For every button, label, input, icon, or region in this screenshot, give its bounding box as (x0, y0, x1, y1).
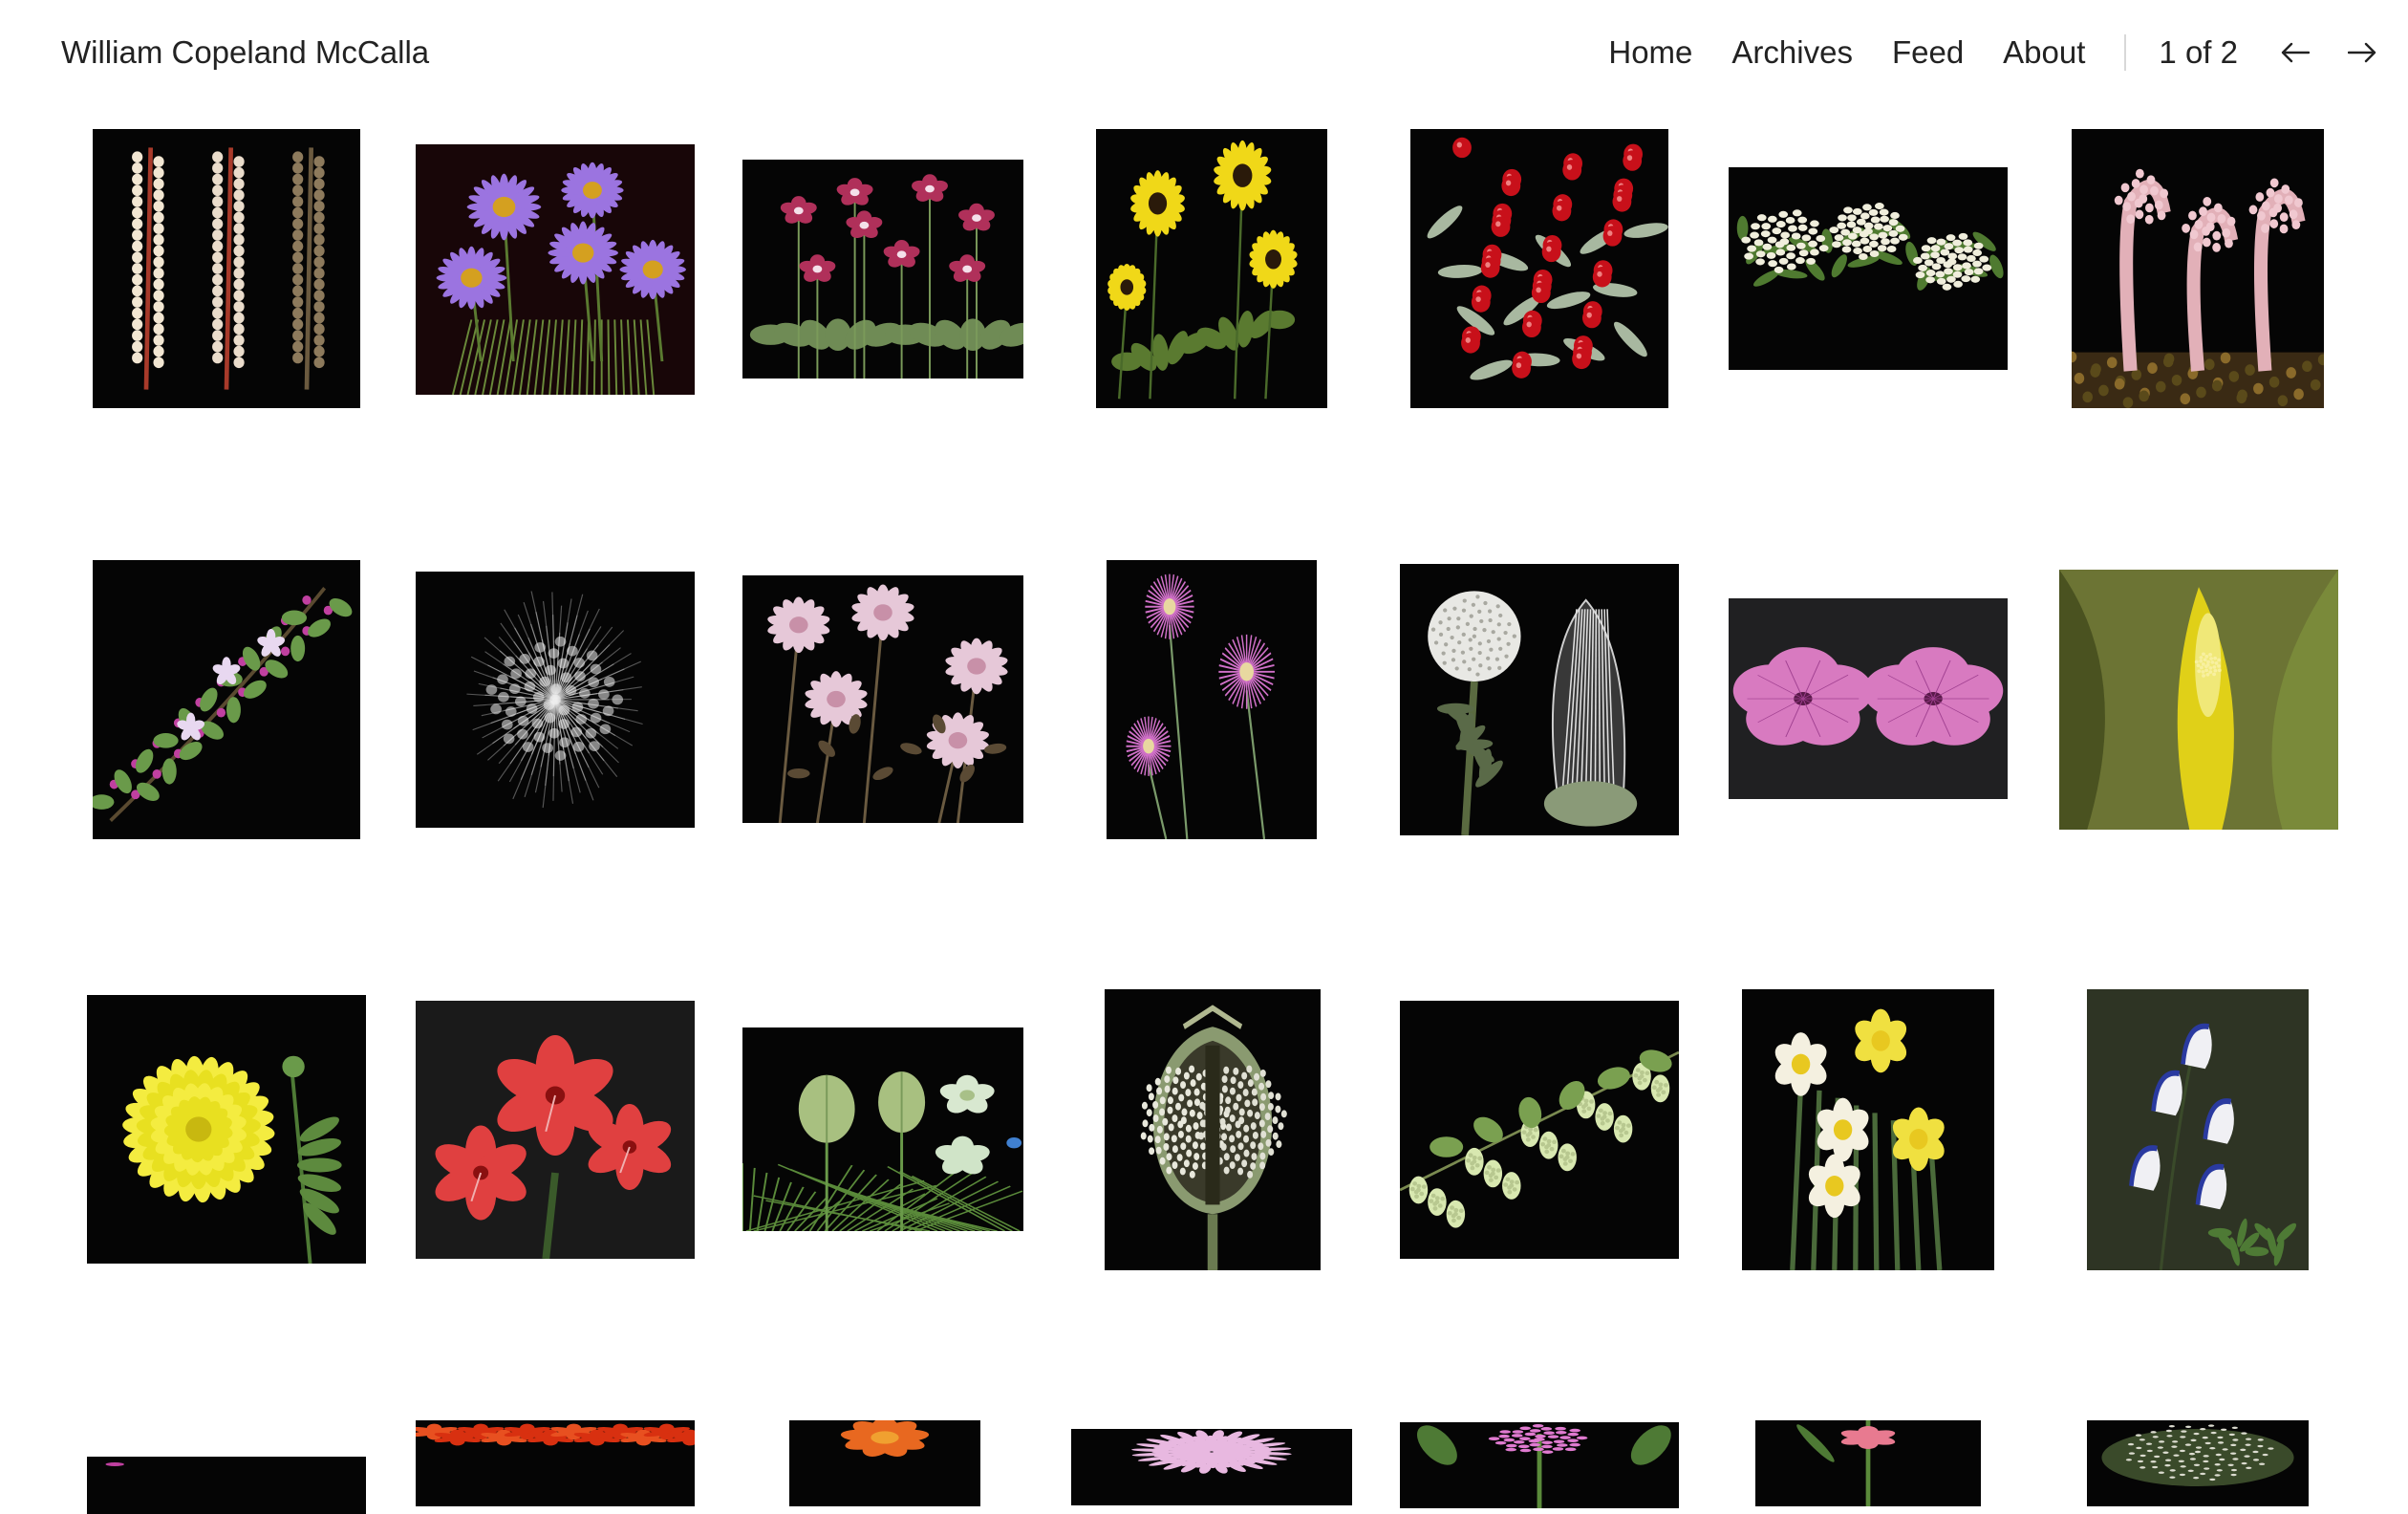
photo-pink-partial[interactable] (87, 1457, 366, 1514)
photo-red-tulips-image (416, 1420, 695, 1506)
photo-green-seed-pods[interactable] (742, 1027, 1023, 1231)
photo-yellow-sunflowers[interactable] (1096, 129, 1327, 408)
photo-clover-blossoms-image (742, 575, 1023, 823)
photo-white-spike-stalks-image (93, 129, 360, 408)
photo-hop-cones-image (1400, 1001, 1679, 1259)
photo-white-seed-fluff-image (416, 572, 695, 828)
photo-pink-gladiolus[interactable] (1755, 1420, 1981, 1506)
photo-daffodils[interactable] (1742, 989, 1994, 1270)
photo-yellow-dahlia[interactable] (87, 995, 366, 1264)
photo-poppy-pod-section[interactable] (1105, 989, 1321, 1270)
photo-grid (0, 0, 2408, 1487)
photo-lilac-sprigs[interactable] (93, 560, 360, 839)
photo-yellow-dahlia-image (87, 995, 366, 1264)
photo-pink-mallow-pair-image (1729, 598, 2008, 799)
photo-red-berries[interactable] (1410, 129, 1668, 408)
photo-yellow-skunk-cabbage-image (2059, 570, 2338, 830)
photo-purple-asters[interactable] (416, 144, 695, 395)
photo-pink-hyacinth-image (1400, 1422, 1679, 1508)
photo-seed-cross-section[interactable] (2087, 1420, 2309, 1506)
photo-blue-monkshood-image (2087, 989, 2309, 1270)
photo-pink-chrysanthemum-image (1071, 1429, 1352, 1505)
photo-poppy-pod-section-image (1105, 989, 1321, 1270)
photo-hop-cones[interactable] (1400, 1001, 1679, 1259)
photo-yellow-sunflowers-image (1096, 129, 1327, 408)
photo-red-berries-image (1410, 129, 1668, 408)
photo-seed-cross-section-image (2087, 1420, 2309, 1506)
photo-pink-thistle-flowers-image (1107, 560, 1317, 839)
photo-clover-blossoms[interactable] (742, 575, 1023, 823)
photo-red-gladiolus-image (416, 1001, 695, 1259)
photo-yellow-skunk-cabbage[interactable] (2059, 570, 2338, 830)
photo-pink-thistle-flowers[interactable] (1107, 560, 1317, 839)
photo-white-spike-stalks[interactable] (93, 129, 360, 408)
photo-white-yarrow-fern-image (1729, 167, 2008, 370)
photo-purple-asters-image (416, 144, 695, 395)
photo-orange-parrot-tulip-image (789, 1420, 980, 1506)
photo-red-gladiolus[interactable] (416, 1001, 695, 1259)
photo-lilac-sprigs-image (93, 560, 360, 839)
photo-white-seed-fluff[interactable] (416, 572, 695, 828)
photo-pink-phlox-cluster-image (742, 160, 1023, 378)
photo-pink-curled-stems[interactable] (2072, 129, 2324, 408)
photo-pink-chrysanthemum[interactable] (1071, 1429, 1352, 1505)
photo-pink-curled-stems-image (2072, 129, 2324, 408)
photo-daffodils-image (1742, 989, 1994, 1270)
photo-dandelion-seedhead[interactable] (1400, 564, 1679, 835)
photo-dandelion-seedhead-image (1400, 564, 1679, 835)
photo-red-tulips[interactable] (416, 1420, 695, 1506)
photo-blue-monkshood[interactable] (2087, 989, 2309, 1270)
photo-pink-mallow-pair[interactable] (1729, 598, 2008, 799)
photo-white-yarrow-fern[interactable] (1729, 167, 2008, 370)
photo-pink-hyacinth[interactable] (1400, 1422, 1679, 1508)
photo-pink-partial-image (87, 1457, 366, 1514)
photo-green-seed-pods-image (742, 1027, 1023, 1231)
photo-pink-gladiolus-image (1755, 1420, 1981, 1506)
photo-pink-phlox-cluster[interactable] (742, 160, 1023, 378)
photo-orange-parrot-tulip[interactable] (789, 1420, 980, 1506)
